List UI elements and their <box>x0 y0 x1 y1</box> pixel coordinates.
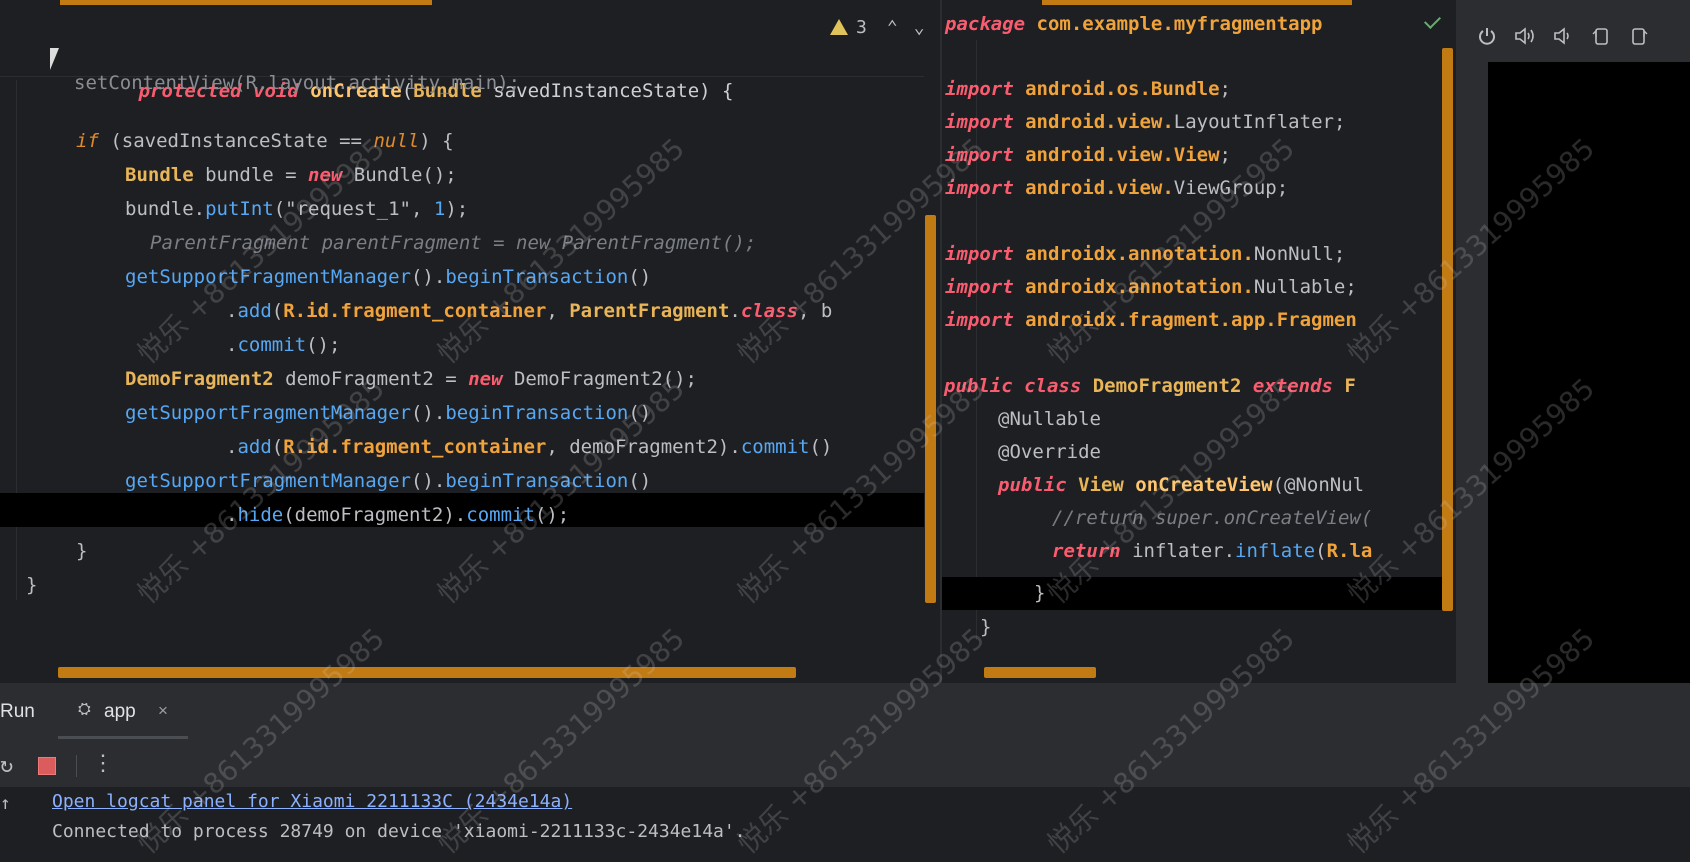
code-line[interactable]: @Override <box>998 436 1101 469</box>
code-line[interactable]: import android.view.LayoutInflater; <box>945 106 1345 139</box>
demo-fragment-editor[interactable]: package com.example.myfragmentapp import… <box>942 0 1453 683</box>
code-line[interactable]: if (savedInstanceState == null) { <box>76 125 454 158</box>
volume-up-icon[interactable] <box>1514 25 1536 47</box>
vertical-scrollbar[interactable] <box>925 215 936 603</box>
active-tab-underline <box>58 736 188 739</box>
run-tool-window: Run ⛭ app × ↻ ⋮ ↑ Open logcat panel for … <box>0 683 1690 842</box>
code-line[interactable]: getSupportFragmentManager().beginTransac… <box>125 465 651 498</box>
rotate-right-icon[interactable] <box>1628 25 1650 47</box>
running-device-panel <box>1456 0 1690 683</box>
code-line[interactable]: .commit(); <box>226 329 340 362</box>
mouse-pointer-icon <box>50 48 59 70</box>
tab-app[interactable]: ⛭ app × <box>58 683 188 741</box>
current-line-highlight <box>942 577 1453 610</box>
code-line[interactable]: DemoFragment2 demoFragment2 = new DemoFr… <box>125 363 697 396</box>
code-line[interactable]: ParentFragment parentFragment = new Pare… <box>150 227 756 260</box>
logcat-link[interactable]: Open logcat panel for Xiaomi 2211133C (2… <box>52 791 572 812</box>
inspection-widget[interactable]: 3 ⌃ ⌄ <box>830 12 924 42</box>
code-line[interactable]: import android.view.ViewGroup; <box>945 172 1288 205</box>
rotate-left-icon[interactable] <box>1590 25 1612 47</box>
sticky-param: savedInstanceState) { <box>493 80 734 102</box>
code-line[interactable]: .add(R.id.fragment_container, ParentFrag… <box>226 295 832 328</box>
console-output[interactable]: ↑ Open logcat panel for Xiaomi 2211133C … <box>0 787 1690 842</box>
code-line[interactable]: } <box>1034 577 1045 610</box>
horizontal-scrollbar[interactable] <box>984 667 1096 678</box>
code-line[interactable]: //return super.onCreateView( <box>1052 502 1372 535</box>
vertical-scrollbar[interactable] <box>1442 48 1453 611</box>
code-line[interactable]: public View onCreateView(@NonNul <box>998 469 1364 502</box>
close-icon[interactable]: × <box>158 701 168 721</box>
code-line[interactable]: import androidx.annotation.Nullable; <box>945 271 1357 304</box>
code-line[interactable]: package com.example.myfragmentapp <box>945 8 1323 41</box>
stop-icon[interactable] <box>38 757 56 775</box>
code-line[interactable]: public class DemoFragment2 extends F <box>944 370 1356 403</box>
toolbar-separator <box>76 755 77 777</box>
code-line[interactable]: import androidx.fragment.app.Fragmen <box>945 304 1357 337</box>
editor-top-indicator <box>0 0 924 5</box>
code-line[interactable]: bundle.putInt("request_1", 1); <box>125 193 468 226</box>
app-run-icon: ⛭ <box>78 701 91 718</box>
warning-count: 3 <box>856 16 867 38</box>
sticky-header-class[interactable]: public class MainActivity extends AppCom… <box>0 8 924 68</box>
rerun-icon[interactable]: ↻ <box>0 753 13 778</box>
device-toolbar <box>1456 18 1690 54</box>
code-line[interactable]: getSupportFragmentManager().beginTransac… <box>125 397 651 430</box>
scroll-up-icon[interactable]: ↑ <box>0 793 11 814</box>
code-line[interactable]: .hide(demoFragment2).commit(); <box>226 499 569 532</box>
horizontal-scrollbar[interactable] <box>58 667 796 678</box>
power-icon[interactable] <box>1476 25 1498 47</box>
code-line[interactable]: .add(R.id.fragment_container, demoFragme… <box>226 431 832 464</box>
code-line[interactable]: import android.view.View; <box>945 139 1231 172</box>
code-line[interactable]: getSupportFragmentManager().beginTransac… <box>125 261 651 294</box>
run-toolbar: ↻ ⋮ <box>0 747 200 783</box>
tab-app-label: app <box>104 701 136 722</box>
chevron-down-icon[interactable]: ⌄ <box>914 17 924 38</box>
run-panel-title: Run <box>0 701 35 722</box>
console-text: Connected to process 28749 on device 'xi… <box>52 821 746 842</box>
code-line[interactable]: return inflater.inflate(R.la <box>1052 535 1372 568</box>
more-options-icon[interactable]: ⋮ <box>92 751 114 776</box>
code-line[interactable]: import android.os.Bundle; <box>945 73 1231 106</box>
run-tabs-bar: Run ⛭ app × <box>0 683 1690 741</box>
volume-down-icon[interactable] <box>1552 25 1574 47</box>
code-line[interactable]: setContentView(R.layout.activity_main); <box>74 67 520 100</box>
code-line[interactable]: } <box>980 611 991 644</box>
chevron-up-icon[interactable]: ⌃ <box>887 17 898 38</box>
code-line[interactable]: Bundle bundle = new Bundle(); <box>125 159 457 192</box>
code-line[interactable]: } <box>26 569 37 602</box>
device-screen[interactable] <box>1488 62 1690 683</box>
code-line[interactable]: } <box>76 535 87 568</box>
main-activity-editor[interactable]: public class MainActivity extends AppCom… <box>0 0 924 683</box>
code-line[interactable]: import androidx.annotation.NonNull; <box>945 238 1345 271</box>
code-line[interactable]: @Nullable <box>998 403 1101 436</box>
warning-icon <box>830 19 848 35</box>
